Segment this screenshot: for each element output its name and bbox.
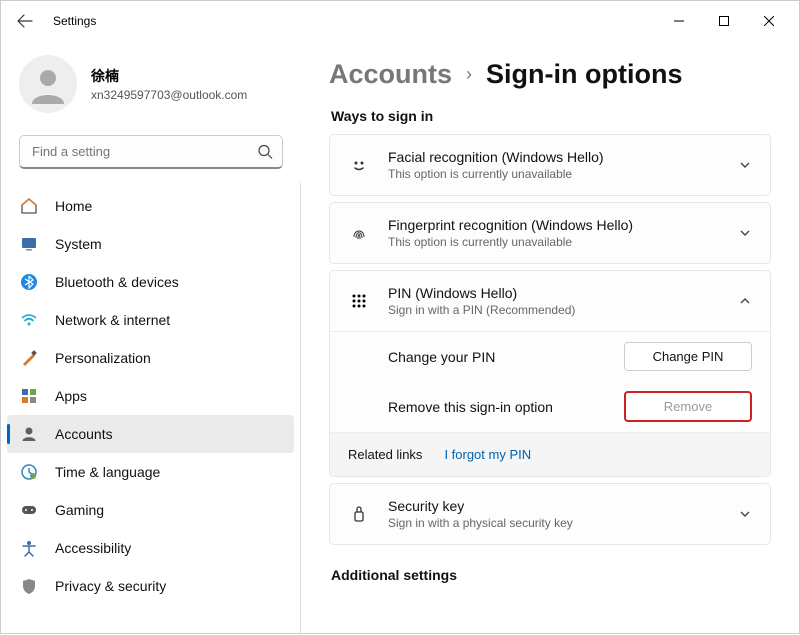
signin-option-fingerprint[interactable]: Fingerprint recognition (Windows Hello) … [329, 202, 771, 264]
sidebar-item-label: Network & internet [55, 312, 170, 328]
sidebar-nav: Home System Bluetooth & devices Network … [1, 183, 300, 625]
key-icon [348, 504, 370, 524]
section-ways-to-sign-in: Ways to sign in [331, 108, 771, 124]
back-button[interactable] [9, 5, 41, 37]
pin-icon [348, 291, 370, 311]
sidebar-item-apps[interactable]: Apps [7, 377, 294, 415]
sidebar-item-home[interactable]: Home [7, 187, 294, 225]
profile-block[interactable]: 徐楠 xn3249597703@outlook.com [1, 49, 301, 127]
sidebar-item-label: Apps [55, 388, 87, 404]
sidebar-item-privacy[interactable]: Privacy & security [7, 567, 294, 605]
shield-icon [19, 576, 39, 596]
paint-icon [19, 348, 39, 368]
card-title: Security key [388, 498, 738, 514]
card-subtitle: This option is currently unavailable [388, 167, 738, 181]
sidebar-item-label: Gaming [55, 502, 104, 518]
bluetooth-icon [19, 272, 39, 292]
chevron-right-icon: › [466, 64, 472, 85]
breadcrumb: Accounts › Sign-in options [329, 59, 771, 90]
sidebar-item-personalization[interactable]: Personalization [7, 339, 294, 377]
close-button[interactable] [746, 6, 791, 36]
avatar [19, 55, 77, 113]
system-icon [19, 234, 39, 254]
chevron-up-icon [738, 294, 752, 308]
profile-email: xn3249597703@outlook.com [91, 88, 247, 102]
sidebar-item-label: Bluetooth & devices [55, 274, 179, 290]
sidebar-item-accessibility[interactable]: Accessibility [7, 529, 294, 567]
pin-header[interactable]: PIN (Windows Hello) Sign in with a PIN (… [330, 271, 770, 332]
card-subtitle: Sign in with a physical security key [388, 516, 738, 530]
home-icon [19, 196, 39, 216]
section-additional: Additional settings [331, 567, 771, 583]
sidebar-item-label: Personalization [55, 350, 151, 366]
search-icon [258, 145, 273, 160]
sidebar-item-label: Accounts [55, 426, 113, 442]
sidebar-item-label: System [55, 236, 102, 252]
card-title: Fingerprint recognition (Windows Hello) [388, 217, 738, 233]
accessibility-icon [19, 538, 39, 558]
sidebar-item-gaming[interactable]: Gaming [7, 491, 294, 529]
related-label: Related links [348, 447, 422, 462]
face-icon [348, 155, 370, 175]
sidebar-item-time-language[interactable]: Time & language [7, 453, 294, 491]
remove-pin-button[interactable]: Remove [624, 391, 752, 422]
sidebar-item-label: Privacy & security [55, 578, 166, 594]
search-input[interactable] [19, 135, 283, 169]
minimize-icon [674, 16, 684, 26]
wifi-icon [19, 310, 39, 330]
sidebar-item-label: Home [55, 198, 92, 214]
breadcrumb-parent[interactable]: Accounts [329, 59, 452, 90]
window-title: Settings [53, 14, 96, 28]
change-pin-row: Change your PIN Change PIN [330, 332, 770, 381]
card-subtitle: Sign in with a PIN (Recommended) [388, 303, 738, 317]
sidebar-item-system[interactable]: System [7, 225, 294, 263]
chevron-down-icon [738, 226, 752, 240]
card-title: Facial recognition (Windows Hello) [388, 149, 738, 165]
chevron-down-icon [738, 158, 752, 172]
maximize-button[interactable] [701, 6, 746, 36]
sidebar-item-label: Time & language [55, 464, 160, 480]
change-pin-button[interactable]: Change PIN [624, 342, 752, 371]
titlebar: Settings [1, 1, 799, 41]
maximize-icon [719, 16, 729, 26]
card-title: PIN (Windows Hello) [388, 285, 738, 301]
arrow-left-icon [17, 13, 33, 29]
close-icon [764, 16, 774, 26]
sidebar-item-label: Accessibility [55, 540, 131, 556]
profile-name: 徐楠 [91, 66, 247, 86]
forgot-pin-link[interactable]: I forgot my PIN [444, 447, 531, 462]
search-box [19, 135, 283, 169]
signin-option-security-key[interactable]: Security key Sign in with a physical sec… [329, 483, 771, 545]
sidebar-item-accounts[interactable]: Accounts [7, 415, 294, 453]
minimize-button[interactable] [656, 6, 701, 36]
card-subtitle: This option is currently unavailable [388, 235, 738, 249]
signin-option-face[interactable]: Facial recognition (Windows Hello) This … [329, 134, 771, 196]
apps-icon [19, 386, 39, 406]
breadcrumb-current: Sign-in options [486, 59, 682, 90]
chevron-down-icon [738, 507, 752, 521]
related-links: Related links I forgot my PIN [330, 432, 770, 476]
remove-pin-label: Remove this sign-in option [388, 399, 624, 415]
accounts-icon [19, 424, 39, 444]
change-pin-label: Change your PIN [388, 349, 624, 365]
remove-pin-row: Remove this sign-in option Remove [330, 381, 770, 432]
sidebar-item-network[interactable]: Network & internet [7, 301, 294, 339]
clock-icon [19, 462, 39, 482]
content-pane: Accounts › Sign-in options Ways to sign … [301, 41, 799, 635]
gaming-icon [19, 500, 39, 520]
sidebar-item-bluetooth[interactable]: Bluetooth & devices [7, 263, 294, 301]
signin-option-pin: PIN (Windows Hello) Sign in with a PIN (… [329, 270, 771, 477]
sidebar: 徐楠 xn3249597703@outlook.com Home System … [1, 41, 301, 635]
fingerprint-icon [348, 223, 370, 243]
